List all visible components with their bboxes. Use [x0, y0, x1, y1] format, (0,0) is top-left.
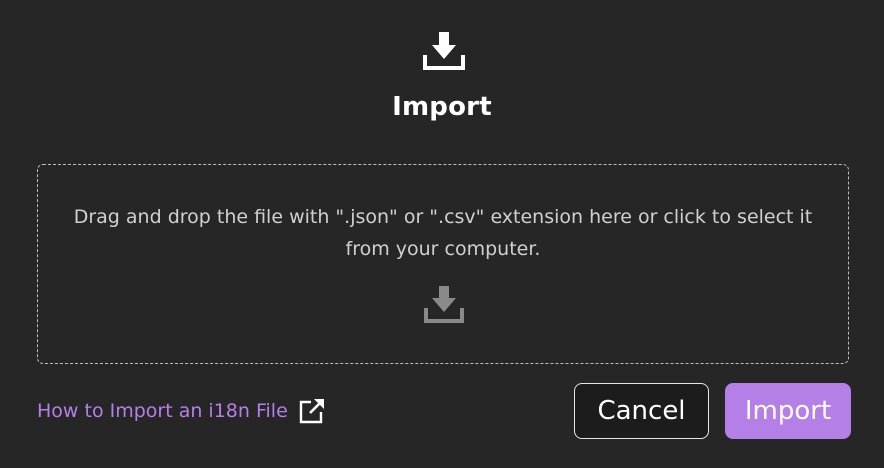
external-link-icon [299, 399, 324, 424]
download-icon [424, 286, 464, 323]
help-link-import-i18n[interactable]: How to Import an i18n File [37, 394, 326, 428]
download-icon [423, 32, 465, 70]
import-button[interactable]: Import [725, 383, 851, 439]
help-link-label: How to Import an i18n File [37, 400, 288, 422]
file-dropzone[interactable]: Drag and drop the file with ".json" or "… [37, 164, 849, 364]
dropzone-instructions: Drag and drop the file with ".json" or "… [73, 206, 813, 260]
dialog-title: Import [392, 92, 492, 122]
import-dialog: Import Drag and drop the file with ".jso… [0, 0, 884, 468]
cancel-button[interactable]: Cancel [574, 383, 709, 439]
